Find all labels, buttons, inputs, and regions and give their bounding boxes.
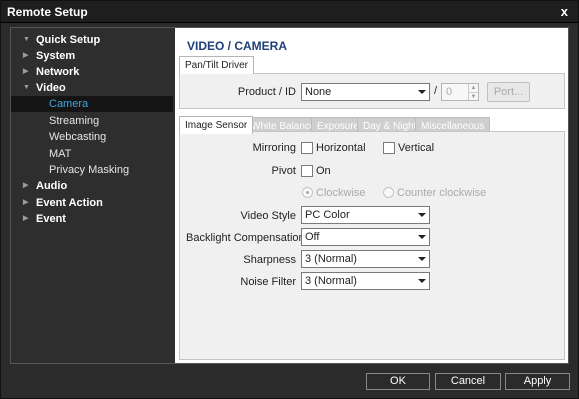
triangle-down-icon: ▼ [23, 84, 30, 91]
sidebar-item-label: Event [36, 213, 66, 225]
sidebar-item-webcasting[interactable]: Webcasting [11, 129, 173, 145]
horizontal-label: Horizontal [316, 142, 366, 154]
sharpness-value: 3 (Normal) [305, 253, 357, 265]
noise-filter-value: 3 (Normal) [305, 275, 357, 287]
sidebar-item-label: MAT [49, 148, 72, 160]
dropdown-caret-icon [418, 279, 426, 283]
sidebar-item-privacy-masking[interactable]: Privacy Masking [11, 162, 173, 178]
triangle-right-icon: ▶ [23, 182, 29, 189]
sidebar: ▼ Quick Setup ▶ System ▶ Network ▼ Video… [11, 28, 173, 363]
sidebar-item-system[interactable]: ▶ System [11, 48, 173, 64]
product-select[interactable]: None [301, 83, 430, 101]
id-spinner[interactable]: 0 ▲ ▼ [441, 83, 479, 101]
triangle-right-icon: ▶ [23, 215, 29, 222]
dropdown-caret-icon [418, 235, 426, 239]
triangle-right-icon: ▶ [23, 68, 29, 75]
pivot-on-label: On [316, 165, 331, 177]
sidebar-item-video[interactable]: ▼ Video [11, 80, 173, 96]
counter-clockwise-radio[interactable] [383, 187, 394, 198]
tab-image-sensor[interactable]: Image Sensor [179, 116, 254, 134]
sidebar-item-event-action[interactable]: ▶ Event Action [11, 195, 173, 211]
video-style-value: PC Color [305, 209, 350, 221]
vertical-checkbox[interactable] [383, 142, 395, 154]
backlight-compensation-value: Off [305, 231, 320, 243]
spinner-up-icon[interactable]: ▲ [468, 84, 478, 92]
pivot-label: Pivot [271, 165, 296, 177]
apply-button[interactable]: Apply [505, 373, 570, 390]
triangle-down-icon: ▼ [23, 36, 30, 43]
sidebar-item-label: Camera [49, 98, 89, 110]
sidebar-item-label: Event Action [36, 197, 103, 209]
sidebar-item-label: Webcasting [49, 131, 107, 143]
ok-button[interactable]: OK [366, 373, 430, 390]
sharpness-label: Sharpness [243, 254, 296, 266]
title-bar: Remote Setup x [1, 1, 578, 23]
window-title: Remote Setup [7, 5, 88, 19]
video-style-label: Video Style [240, 210, 296, 222]
close-icon[interactable]: x [561, 4, 568, 19]
tab-pan-tilt-driver[interactable]: Pan/Tilt Driver [179, 56, 254, 74]
triangle-right-icon: ▶ [23, 52, 29, 59]
sidebar-item-label: Privacy Masking [49, 164, 130, 176]
clockwise-radio[interactable] [302, 187, 313, 198]
counter-clockwise-label: Counter clockwise [397, 187, 487, 199]
sidebar-item-network[interactable]: ▶ Network [11, 64, 173, 80]
noise-filter-label: Noise Filter [240, 276, 296, 288]
spinner-down-icon[interactable]: ▼ [468, 92, 478, 100]
sidebar-item-label: Quick Setup [36, 34, 101, 46]
horizontal-checkbox[interactable] [301, 142, 313, 154]
cancel-button[interactable]: Cancel [435, 373, 501, 390]
product-id-label: Product / ID [237, 86, 296, 98]
mirroring-label: Mirroring [252, 142, 296, 154]
sidebar-item-camera[interactable]: Camera [11, 96, 173, 112]
triangle-right-icon: ▶ [23, 199, 29, 206]
dropdown-caret-icon [418, 90, 426, 94]
product-id-separator: / [434, 85, 438, 97]
sidebar-item-mat[interactable]: MAT [11, 146, 173, 162]
port-button[interactable]: Port... [487, 82, 530, 102]
backlight-compensation-label: Backlight Compensation [186, 232, 305, 244]
dropdown-caret-icon [418, 257, 426, 261]
id-spinner-value: 0 [446, 86, 453, 98]
sidebar-item-event[interactable]: ▶ Event [11, 211, 173, 227]
product-select-value: None [305, 86, 332, 98]
sidebar-item-audio[interactable]: ▶ Audio [11, 178, 173, 194]
sidebar-item-streaming[interactable]: Streaming [11, 113, 173, 129]
radio-selected-dot [306, 191, 309, 194]
sidebar-item-label: System [36, 50, 76, 62]
clockwise-label: Clockwise [316, 187, 366, 199]
vertical-label: Vertical [398, 142, 435, 154]
sharpness-select[interactable]: 3 (Normal) [301, 250, 430, 268]
backlight-compensation-select[interactable]: Off [301, 228, 430, 246]
sidebar-item-label: Network [36, 66, 80, 78]
sidebar-item-label: Streaming [49, 115, 100, 127]
noise-filter-select[interactable]: 3 (Normal) [301, 272, 430, 290]
video-style-select[interactable]: PC Color [301, 206, 430, 224]
pivot-on-checkbox[interactable] [301, 165, 313, 177]
sidebar-item-label: Video [36, 82, 66, 94]
dropdown-caret-icon [418, 213, 426, 217]
sidebar-item-label: Audio [36, 180, 68, 192]
sidebar-item-quick-setup[interactable]: ▼ Quick Setup [11, 32, 173, 48]
page-title: VIDEO / CAMERA [187, 39, 288, 53]
